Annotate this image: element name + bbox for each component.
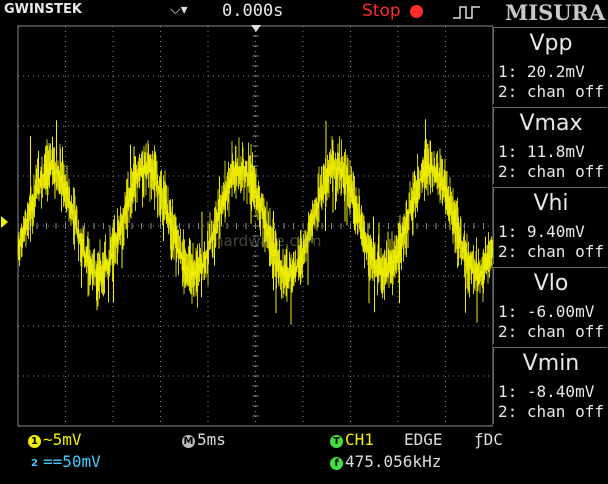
measurement-ch1-value: 1: 11.8mV xyxy=(498,142,585,161)
brand-logo: GWINSTEK xyxy=(4,2,82,17)
run-state-label[interactable]: Stop xyxy=(362,1,401,21)
measurement-vmax[interactable]: Vmax 1: 11.8mV 2: chan off xyxy=(493,107,607,184)
measurement-name: Vhi xyxy=(533,191,569,216)
measurement-ch2-value: 2: chan off xyxy=(498,322,604,341)
measurement-ch1-value: 1: 20.2mV xyxy=(498,62,585,81)
trigger-source-value: CH1 xyxy=(345,430,374,449)
trigger-type[interactable]: EDGE xyxy=(404,430,443,449)
measurement-name: Vpp xyxy=(529,31,573,56)
ch1-scale-value: ~5mV xyxy=(43,430,82,449)
measurement-name: Vmin xyxy=(522,351,580,376)
measurement-ch2-value: 2: chan off xyxy=(498,82,604,101)
ch2-badge: 2 xyxy=(31,458,38,469)
measurement-name: Vmax xyxy=(519,111,583,136)
ch1-badge: 1 xyxy=(28,435,41,448)
measurement-ch1-value: 1: 9.40mV xyxy=(498,222,585,241)
measurement-ch2-value: 2: chan off xyxy=(498,242,604,261)
trigger-source[interactable]: T CH1 xyxy=(330,430,374,449)
stop-indicator-icon xyxy=(410,5,423,18)
ch1-scale[interactable]: 1 ~5mV xyxy=(28,430,82,449)
measurement-ch1-value: 1: -8.40mV xyxy=(498,382,595,401)
measurement-vlo[interactable]: Vlo 1: -6.00mV 2: chan off xyxy=(493,267,607,344)
ch1-ground-marker xyxy=(1,216,8,228)
ch2-scale-value: ==50mV xyxy=(43,452,101,471)
menu-title: MISURA xyxy=(505,0,606,25)
timebase-badge: M xyxy=(182,435,195,448)
measurement-ch2-value: 2: chan off xyxy=(498,162,604,181)
frequency-value: 475.056kHz xyxy=(345,452,442,471)
measurement-name: Vlo xyxy=(533,271,569,296)
timebase-value: 5ms xyxy=(197,430,226,449)
bottom-status-bar: 1 ~5mV 2 ==50mV M 5ms T CH1 EDGE ƒDC f 475.05… xyxy=(0,427,608,484)
watermark: hardware.com xyxy=(214,232,322,250)
horizontal-position-readout: 0.000s xyxy=(222,1,284,21)
ch1-waveform-trace xyxy=(17,119,493,325)
measurement-ch1-value: 1: -6.00mV xyxy=(498,302,595,321)
timebase[interactable]: M 5ms xyxy=(182,430,226,449)
measurement-vpp[interactable]: Vpp 1: 20.2mV 2: chan off xyxy=(493,27,607,104)
frequency-badge: f xyxy=(330,457,343,470)
frequency-counter: f 475.056kHz xyxy=(330,452,441,471)
measurement-ch2-value: 2: chan off xyxy=(498,402,604,421)
trigger-badge: T xyxy=(330,435,343,448)
waveform-graticule xyxy=(17,25,493,427)
trigger-position-marker xyxy=(251,25,261,32)
top-status-bar: GWINSTEK ⌵▾ 0.000s Stop MISURA xyxy=(0,0,608,25)
graticule-grid xyxy=(17,25,493,427)
measurement-vmin[interactable]: Vmin 1: -8.40mV 2: chan off xyxy=(493,347,607,424)
rising-edge-icon xyxy=(453,6,480,19)
oscilloscope-screen: GWINSTEK ⌵▾ 0.000s Stop MISURA hardware.… xyxy=(0,0,608,484)
measurement-panel: Vpp 1: 20.2mV 2: chan off Vmax 1: 11.8mV… xyxy=(493,27,607,427)
trigger-coupling[interactable]: ƒDC xyxy=(474,430,503,449)
measurement-vhi[interactable]: Vhi 1: 9.40mV 2: chan off xyxy=(493,187,607,264)
ch2-scale[interactable]: 2 ==50mV xyxy=(28,452,101,471)
trigger-position-icon: ⌵▾ xyxy=(170,2,188,18)
